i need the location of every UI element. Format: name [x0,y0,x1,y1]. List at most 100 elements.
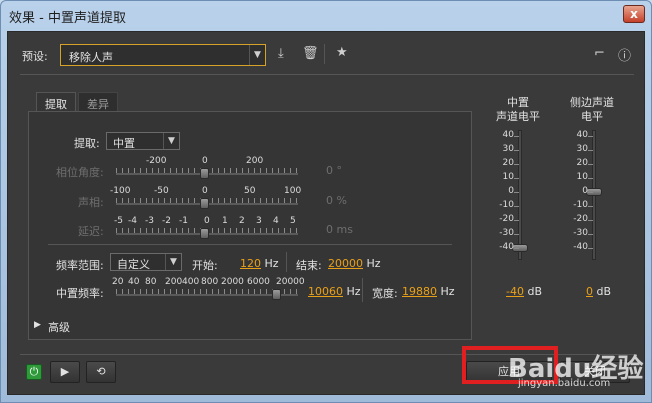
pan-scale-4: 100 [284,186,302,196]
loop-icon: ⟲ [96,365,106,378]
cf-scale-1: 40 [128,277,140,287]
watermark-url: jingyan.baidu.com [518,378,611,389]
side-meter-tick [588,136,593,137]
side-meter-tick [588,192,593,193]
delay-readout[interactable]: 0 ms [326,223,353,236]
pan-slider-knob[interactable] [200,198,209,209]
tab-extract[interactable]: 提取 [36,92,76,112]
start-field[interactable]: 120 Hz [240,257,279,270]
close-window-button[interactable]: x [623,5,645,23]
delay-scale-3: -2 [162,216,171,226]
info-icon[interactable]: ⓘ [618,45,631,64]
center-meter-tick [514,164,519,165]
side-meter-tick-label: 10 [576,172,588,182]
freq-range-label: 频率范围: [56,259,104,272]
delay-scale-2: -3 [145,216,154,226]
side-meter-readout[interactable]: 0 dB [586,285,611,298]
routing-icon[interactable]: ⌐ [594,46,605,61]
freq-divider [48,244,452,245]
width-label: 宽度: [372,287,398,300]
phase-slider-knob[interactable] [200,168,209,179]
preset-select[interactable]: 移除人声 ▼ [60,44,266,66]
star-icon[interactable]: ★ [336,45,348,60]
side-meter-tick [588,164,593,165]
side-meter-tick-label: 20 [576,158,588,168]
delay-scale-4: -1 [179,216,188,226]
center-freq-field[interactable]: 10060 Hz [308,285,361,298]
delay-scale-9: 4 [273,216,279,226]
center-meter-tick-label: 40 [502,130,514,140]
cf-scale-6: 2000 [221,277,244,287]
save-preset-icon[interactable]: ⤓ [278,46,284,61]
preset-label: 预设: [22,50,48,63]
width-field[interactable]: 19880 Hz [402,285,455,298]
center-meter-tick-label: 10 [502,172,514,182]
phase-readout[interactable]: 0 ° [326,164,342,177]
side-meter-tick-label: 40 [576,130,588,140]
center-meter-tick-label: -10 [499,200,514,210]
side-meter-tick [588,248,593,249]
center-meter-tick-label: 20 [502,158,514,168]
delay-slider-knob[interactable] [200,228,209,239]
side-meter-tick [588,234,593,235]
side-meter-tick-label: -40 [573,242,588,252]
chevron-down-icon: ▼ [165,254,181,270]
center-meter-title: 中置 声道电平 [496,96,540,123]
extract-select[interactable]: 中置 ▼ [106,132,180,150]
window-title: 效果 - 中置声道提取 [9,11,126,26]
tab-difference[interactable]: 差异 [78,92,118,112]
preset-value: 移除人声 [69,51,113,64]
center-meter-tick-label: -20 [499,214,514,224]
side-meter-tick-label: -20 [573,214,588,224]
cf-scale-7: 6000 [247,277,270,287]
center-meter-tick [514,248,519,249]
expand-arrow-icon[interactable]: ▶ [34,320,41,330]
delay-scale-1: -4 [128,216,137,226]
preset-divider [20,74,634,75]
loop-button[interactable]: ⟲ [86,361,116,383]
toolbar-divider [324,44,325,64]
play-button[interactable]: ▶ [50,361,80,383]
trash-icon[interactable]: 🗑 [302,46,319,61]
center-meter-tick-label: 0 [508,186,514,196]
pan-readout[interactable]: 0 % [326,194,347,207]
center-meter-tick-label: -30 [499,228,514,238]
side-meter-tick [588,206,593,207]
title-bar[interactable]: 效果 - 中置声道提取 x [1,1,651,31]
center-meter-tick [514,206,519,207]
center-meter-tick-label: 30 [502,144,514,154]
freq-range-value: 自定义 [117,258,150,271]
side-meter-title: 侧边声道 电平 [570,96,614,123]
effect-window: 效果 - 中置声道提取 x 预设: 移除人声 ▼ ⤓ 🗑 ★ ⌐ ⓘ 提取 差异… [0,0,652,403]
phase-scale-left: -200 [146,156,167,166]
advanced-toggle[interactable]: 高级 [48,319,70,335]
freq-divider-v [286,252,287,272]
power-icon[interactable]: ⏻ [26,364,42,380]
center-freq-label: 中置频率: [56,287,104,300]
side-meter-tick [588,178,593,179]
side-meter-tick-label: -10 [573,200,588,210]
center-meter-tick [514,150,519,151]
center-meter-readout[interactable]: -40 dB [506,285,542,298]
center-meter-tick [514,220,519,221]
play-icon: ▶ [60,365,70,378]
center-meter-tick-label: -40 [499,242,514,252]
extract-value: 中置 [113,137,135,150]
side-meter-tick-label: -30 [573,228,588,238]
end-field[interactable]: 20000 Hz [328,257,381,270]
cf-scale-4: 400 [182,277,200,287]
freq-range-select[interactable]: 自定义 ▼ [110,253,182,271]
delay-scale-7: 2 [239,216,245,226]
center-meter-tick [514,192,519,193]
side-meter-tick [588,150,593,151]
cf-scale-3: 200 [165,277,183,287]
center-meter-tick [514,234,519,235]
delay-scale-5: 0 [204,216,210,226]
width-divider-v [362,278,363,302]
phase-scale-right: 200 [246,156,264,166]
pan-scale-2: 0 [202,186,208,196]
center-freq-slider-knob[interactable] [272,289,282,300]
cf-track [116,294,298,296]
center-meter-tick [514,136,519,137]
cf-scale-2: 80 [145,277,157,287]
